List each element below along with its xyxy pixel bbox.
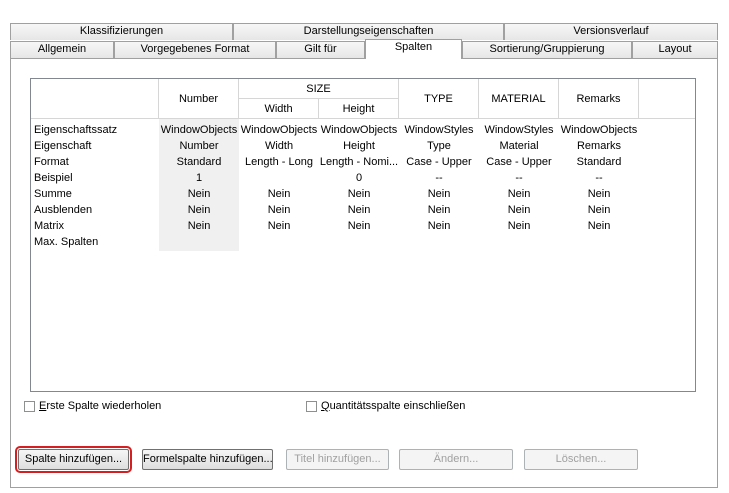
- checkbox-box[interactable]: [306, 400, 317, 412]
- tab-gilt-fuer[interactable]: Gilt für: [276, 41, 365, 58]
- checkbox-box[interactable]: [24, 400, 35, 412]
- cell-number-beispiel[interactable]: 1: [159, 172, 239, 184]
- cell-type-ausblenden[interactable]: Nein: [399, 204, 479, 216]
- cell-height-beispiel[interactable]: 0: [319, 172, 399, 184]
- cell-number-eigenschaftssatz[interactable]: WindowObjects: [159, 124, 239, 136]
- header-type[interactable]: TYPE: [399, 79, 479, 119]
- header-filler: [639, 79, 695, 119]
- cell-remarks-eigenschaft[interactable]: Remarks: [559, 140, 639, 152]
- header-corner: [31, 79, 159, 119]
- header-material[interactable]: MATERIAL: [479, 79, 559, 119]
- cell-height-eigenschaft[interactable]: Height: [319, 140, 399, 152]
- cell-width-format[interactable]: Length - Long: [239, 156, 319, 168]
- columns-grid[interactable]: Number SIZE Width Height TYPE MATERIAL R…: [30, 78, 696, 392]
- cell-width-eigenschaftssatz[interactable]: WindowObjects: [239, 124, 319, 136]
- cell-number-matrix[interactable]: Nein: [159, 220, 239, 232]
- cell-type-format[interactable]: Case - Upper: [399, 156, 479, 168]
- cell-type-eigenschaftssatz[interactable]: WindowStyles: [399, 124, 479, 136]
- cell-remarks-summe[interactable]: Nein: [559, 188, 639, 200]
- cell-material-beispiel[interactable]: --: [479, 172, 559, 184]
- tab-klassifizierungen[interactable]: Klassifizierungen: [10, 23, 233, 40]
- header-number[interactable]: Number: [159, 79, 239, 119]
- row-label-eigenschaftssatz: Eigenschaftssatz: [34, 124, 118, 136]
- cell-remarks-format[interactable]: Standard: [559, 156, 639, 168]
- tab-sortierung-gruppierung[interactable]: Sortierung/Gruppierung: [462, 41, 632, 58]
- row-label-matrix: Matrix: [34, 220, 64, 232]
- header-height[interactable]: Height: [319, 99, 399, 119]
- row-label-eigenschaft: Eigenschaft: [34, 140, 92, 152]
- cell-height-ausblenden[interactable]: Nein: [319, 204, 399, 216]
- tab-allgemein[interactable]: Allgemein: [10, 41, 114, 58]
- cell-height-matrix[interactable]: Nein: [319, 220, 399, 232]
- cell-number-summe[interactable]: Nein: [159, 188, 239, 200]
- modify-button[interactable]: Ändern...: [399, 449, 513, 470]
- cell-height-format[interactable]: Length - Nomi...: [319, 156, 399, 168]
- cell-height-summe[interactable]: Nein: [319, 188, 399, 200]
- cell-type-beispiel[interactable]: --: [399, 172, 479, 184]
- cell-material-eigenschaft[interactable]: Material: [479, 140, 559, 152]
- cell-material-ausblenden[interactable]: Nein: [479, 204, 559, 216]
- cell-width-eigenschaft[interactable]: Width: [239, 140, 319, 152]
- cell-number-ausblenden[interactable]: Nein: [159, 204, 239, 216]
- cell-remarks-matrix[interactable]: Nein: [559, 220, 639, 232]
- cell-material-eigenschaftssatz[interactable]: WindowStyles: [479, 124, 559, 136]
- cell-material-format[interactable]: Case - Upper: [479, 156, 559, 168]
- add-formula-column-button-label: Formelspalte hinzufügen...: [143, 453, 273, 465]
- tab-darstellungseigenschaften[interactable]: Darstellungseigenschaften: [233, 23, 504, 40]
- delete-button[interactable]: Löschen...: [524, 449, 638, 470]
- tab-vorgegebenes-format[interactable]: Vorgegebenes Format: [114, 41, 276, 58]
- cell-number-eigenschaft[interactable]: Number: [159, 140, 239, 152]
- row-label-format: Format: [34, 156, 69, 168]
- include-quantity-column-label: Quantitätsspalte einschließen: [321, 400, 466, 412]
- include-quantity-column-checkbox[interactable]: Quantitätsspalte einschließen: [306, 400, 465, 412]
- cell-remarks-ausblenden[interactable]: Nein: [559, 204, 639, 216]
- header-width[interactable]: Width: [239, 99, 319, 119]
- cell-remarks-beispiel[interactable]: --: [559, 172, 639, 184]
- add-formula-column-button[interactable]: Formelspalte hinzufügen...: [142, 449, 273, 470]
- tab-versionsverlauf[interactable]: Versionsverlauf: [504, 23, 718, 40]
- cell-width-summe[interactable]: Nein: [239, 188, 319, 200]
- add-column-button[interactable]: Spalte hinzufügen...: [15, 446, 132, 473]
- repeat-first-column-label: Erste Spalte wiederholen: [39, 400, 162, 412]
- add-title-button-label: Titel hinzufügen...: [294, 453, 381, 465]
- delete-button-label: Löschen...: [555, 453, 607, 465]
- cell-width-matrix[interactable]: Nein: [239, 220, 319, 232]
- modify-button-label: Ändern...: [433, 453, 479, 465]
- cell-material-summe[interactable]: Nein: [479, 188, 559, 200]
- repeat-first-column-checkbox[interactable]: Erste Spalte wiederholen: [24, 400, 161, 412]
- cell-material-matrix[interactable]: Nein: [479, 220, 559, 232]
- cell-width-ausblenden[interactable]: Nein: [239, 204, 319, 216]
- add-column-button-label: Spalte hinzufügen...: [24, 453, 123, 465]
- cell-type-eigenschaft[interactable]: Type: [399, 140, 479, 152]
- cell-type-matrix[interactable]: Nein: [399, 220, 479, 232]
- row-label-beispiel: Beispiel: [34, 172, 73, 184]
- cell-height-eigenschaftssatz[interactable]: WindowObjects: [319, 124, 399, 136]
- row-label-max-spalten: Max. Spalten: [34, 236, 99, 248]
- header-remarks[interactable]: Remarks: [559, 79, 639, 119]
- row-label-ausblenden: Ausblenden: [34, 204, 93, 216]
- tab-spalten[interactable]: Spalten: [365, 39, 462, 59]
- cell-type-summe[interactable]: Nein: [399, 188, 479, 200]
- cell-remarks-eigenschaftssatz[interactable]: WindowObjects: [559, 124, 639, 136]
- tab-layout[interactable]: Layout: [632, 41, 718, 58]
- cell-number-format[interactable]: Standard: [159, 156, 239, 168]
- header-size[interactable]: SIZE: [239, 79, 399, 99]
- add-title-button[interactable]: Titel hinzufügen...: [286, 449, 389, 470]
- row-label-summe: Summe: [34, 188, 72, 200]
